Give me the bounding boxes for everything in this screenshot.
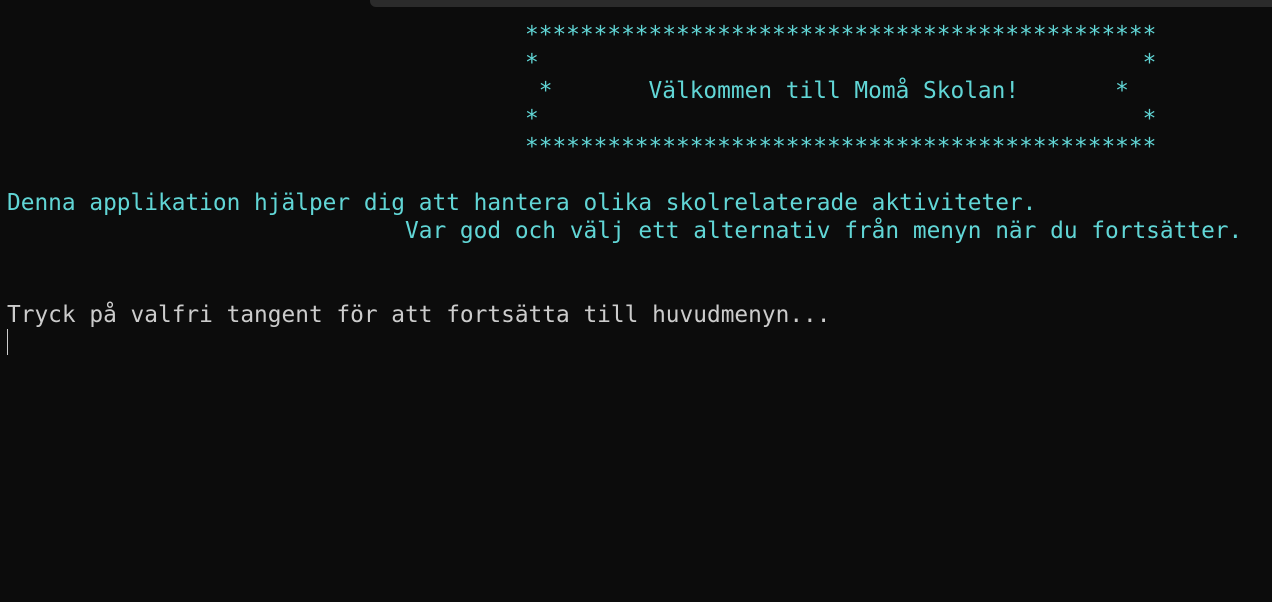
banner-side-top: * * <box>525 50 1157 76</box>
banner-side-bottom: * * <box>525 106 1157 132</box>
intro-line-2: Var god och välj ett alternativ från men… <box>7 218 1243 244</box>
continue-prompt: Tryck på valfri tangent för att fortsätt… <box>7 302 831 328</box>
text-cursor <box>7 329 8 355</box>
banner-welcome-title: * Välkommen till Momå Skolan! * <box>525 78 1129 104</box>
intro-line-1: Denna applikation hjälper dig att hanter… <box>7 190 1037 216</box>
banner-border-top: ****************************************… <box>525 22 1157 48</box>
banner-border-bottom: ****************************************… <box>525 134 1157 160</box>
terminal-output[interactable]: ****************************************… <box>0 0 1272 602</box>
